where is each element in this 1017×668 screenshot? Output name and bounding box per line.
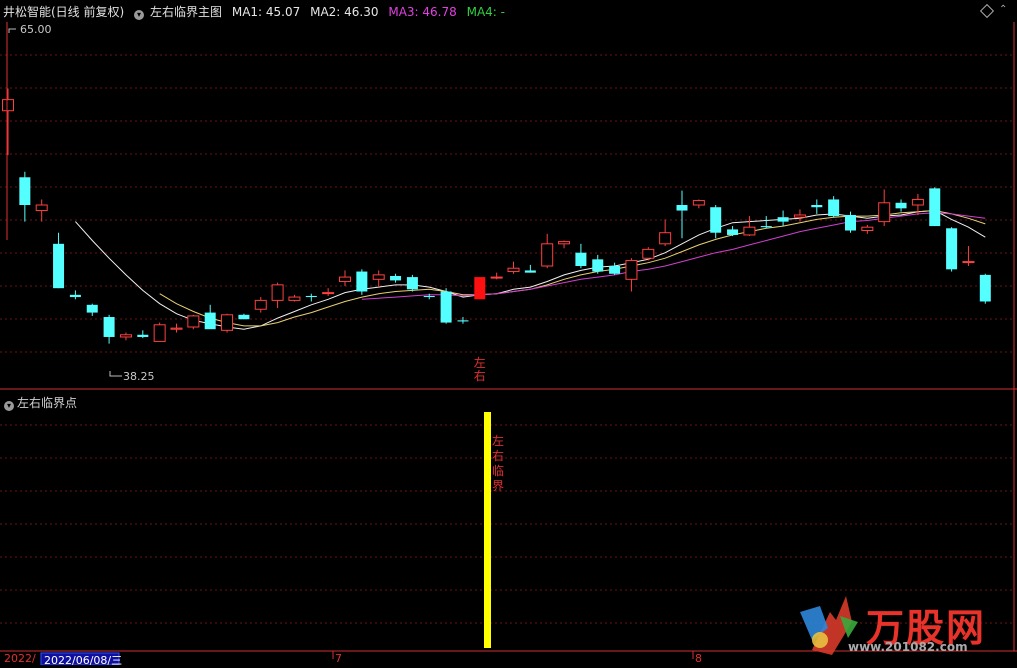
candle-13 bbox=[221, 314, 234, 331]
high-price-marker: 65.00 bbox=[8, 23, 52, 36]
candle-8 bbox=[137, 334, 149, 337]
candle-36 bbox=[609, 266, 621, 274]
candle-35 bbox=[592, 259, 604, 272]
chevron-up-icon[interactable]: ⌃ bbox=[999, 4, 1007, 15]
watermark-url: www.201082.com bbox=[848, 640, 968, 654]
candle-18 bbox=[305, 295, 317, 298]
candle-3 bbox=[53, 243, 65, 289]
candle-19 bbox=[322, 292, 335, 295]
candle-42 bbox=[710, 207, 722, 233]
sub-signal-label: 左右临界 bbox=[492, 433, 504, 493]
candle-41 bbox=[692, 200, 705, 206]
high-price-label: 65.00 bbox=[20, 23, 52, 36]
candle-series bbox=[2, 88, 991, 344]
stock-name[interactable]: 井松智能(日线 前复权) bbox=[3, 5, 124, 19]
candle-25 bbox=[423, 295, 435, 298]
candle-49 bbox=[828, 199, 840, 217]
candle-30 bbox=[507, 267, 520, 273]
candle-10 bbox=[170, 327, 183, 330]
sub-panel-title[interactable]: 左右临界点 bbox=[17, 396, 77, 410]
candle-55 bbox=[929, 188, 941, 227]
year-label: 2022/ bbox=[4, 652, 36, 665]
price-grid bbox=[0, 54, 1014, 624]
candle-4 bbox=[69, 294, 81, 298]
candle-5 bbox=[86, 304, 98, 313]
candle-54 bbox=[911, 198, 924, 206]
candle-33 bbox=[558, 241, 571, 245]
candle-20 bbox=[339, 276, 351, 283]
candle-46 bbox=[777, 217, 789, 222]
candle-48 bbox=[811, 205, 823, 208]
candle-45 bbox=[760, 226, 772, 228]
candle-50 bbox=[845, 214, 856, 231]
candle-21 bbox=[356, 271, 368, 292]
candle-14 bbox=[238, 314, 250, 320]
candle-51 bbox=[861, 226, 874, 232]
main-signal-label: 左右 bbox=[474, 355, 486, 383]
month-label-8: 8 bbox=[695, 652, 702, 665]
candle-7 bbox=[119, 334, 132, 338]
candle-53 bbox=[895, 202, 907, 209]
candle-38 bbox=[642, 248, 655, 259]
candle-57 bbox=[962, 261, 975, 264]
chart-header: 井松智能(日线 前复权) ▾ 左右临界主图 MA1: 45.07 MA2: 46.… bbox=[0, 3, 511, 21]
cursor-date-label: 2022/06/08/三 bbox=[44, 654, 123, 667]
candle-24 bbox=[406, 277, 418, 290]
candle-44 bbox=[743, 226, 756, 236]
candle-52 bbox=[878, 202, 891, 223]
candle-12 bbox=[204, 312, 216, 330]
candle-31 bbox=[524, 270, 536, 273]
candle-0 bbox=[2, 99, 14, 112]
candle-9 bbox=[153, 324, 166, 342]
sub-indicator-menu-icon[interactable]: ▾ bbox=[4, 401, 14, 411]
candle-47 bbox=[793, 214, 806, 218]
low-price-marker: 38.25 bbox=[109, 370, 155, 383]
sub-panel-header: ▾ 左右临界点 bbox=[4, 394, 77, 411]
candle-23 bbox=[390, 275, 402, 281]
candle-28 bbox=[474, 277, 486, 300]
candle-37 bbox=[625, 259, 638, 280]
candle-11 bbox=[187, 315, 200, 328]
candle-43 bbox=[727, 229, 739, 235]
candle-32 bbox=[541, 243, 554, 267]
sub-signal-bar bbox=[484, 412, 491, 648]
indicator-menu-icon[interactable]: ▾ bbox=[134, 10, 145, 20]
candle-40 bbox=[676, 205, 688, 211]
candle-26 bbox=[440, 291, 452, 323]
candle-22 bbox=[372, 274, 385, 280]
month-label-7: 7 bbox=[335, 652, 342, 665]
candle-16 bbox=[271, 284, 284, 301]
candle-34 bbox=[575, 252, 587, 266]
candle-56 bbox=[946, 228, 958, 270]
candle-6 bbox=[103, 317, 115, 337]
low-price-label: 38.25 bbox=[123, 370, 155, 383]
candle-58 bbox=[979, 274, 991, 302]
candle-27 bbox=[457, 320, 469, 322]
candle-2 bbox=[35, 204, 48, 212]
ma2-value: MA2: 46.30 bbox=[310, 5, 379, 19]
candle-29 bbox=[490, 276, 503, 279]
candle-39 bbox=[659, 232, 672, 245]
candle-1 bbox=[19, 177, 31, 205]
ma1-value: MA1: 45.07 bbox=[231, 5, 301, 19]
candle-15 bbox=[254, 299, 267, 310]
kline-chart[interactable]: 65.00 38.25 左右临界 左右 bbox=[0, 0, 1017, 665]
indicator-name[interactable]: 左右临界主图 bbox=[150, 5, 222, 19]
ma3-value: MA3: 46.78 bbox=[388, 5, 457, 19]
candle-17 bbox=[288, 296, 301, 301]
ma4-value: MA4: - bbox=[466, 5, 505, 19]
